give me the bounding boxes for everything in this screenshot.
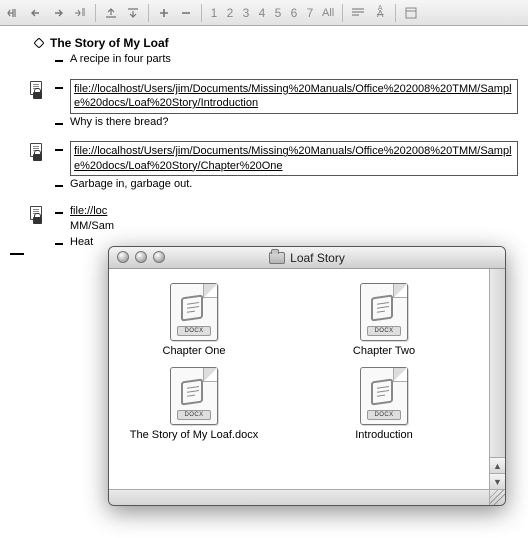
promote-button[interactable] <box>26 3 46 23</box>
separator <box>201 4 202 22</box>
finder-icon-grid: DOCX Chapter One DOCX Chapter Two DOCX T… <box>109 269 489 455</box>
locked-subdocument-icon <box>30 206 44 228</box>
docx-file-icon: DOCX <box>360 283 408 341</box>
horizontal-scrollbar[interactable] <box>109 489 489 505</box>
document-map-button[interactable] <box>401 3 421 23</box>
outline-body-text: Why is there bread? <box>70 115 518 130</box>
window-controls <box>117 251 165 263</box>
show-formatting-button[interactable]: AA <box>370 3 390 23</box>
outline-subdoc-row[interactable]: file://localhost/Users/jim/Documents/Mis… <box>6 141 518 176</box>
locked-subdocument-icon <box>30 81 44 103</box>
subdoc-link-truncated[interactable]: file://loc <box>70 205 107 217</box>
file-item[interactable]: DOCX Introduction <box>309 367 459 441</box>
finder-body[interactable]: DOCX Chapter One DOCX Chapter Two DOCX T… <box>109 269 489 489</box>
subdoc-link[interactable]: file://localhost/Users/jim/Documents/Mis… <box>74 83 512 109</box>
body-bullet-icon[interactable] <box>55 243 63 245</box>
show-level-5[interactable]: 5 <box>271 6 285 20</box>
outline-subtitle-text: A recipe in four parts <box>70 52 518 67</box>
file-item[interactable]: DOCX The Story of My Loaf.docx <box>119 367 269 441</box>
docx-file-icon: DOCX <box>170 367 218 425</box>
demote-button[interactable] <box>48 3 68 23</box>
finder-titlebar[interactable]: Loaf Story <box>109 247 505 269</box>
folder-icon <box>269 252 285 264</box>
file-item[interactable]: DOCX Chapter Two <box>309 283 459 357</box>
show-level-2[interactable]: 2 <box>223 6 237 20</box>
body-bullet-icon[interactable] <box>55 87 63 89</box>
subdoc-link-truncated-2: MM/Sam <box>70 220 114 232</box>
body-bullet-icon[interactable] <box>55 123 63 125</box>
outline-subdoc-row[interactable]: file://localhost/Users/jim/Documents/Mis… <box>6 79 518 114</box>
zoom-window-button[interactable] <box>153 251 165 263</box>
body-bullet-icon[interactable] <box>55 212 63 214</box>
outline-toolbar: 1 2 3 4 5 6 7 All AA <box>0 0 528 26</box>
outline-body-row[interactable]: Why is there bread? <box>6 115 518 130</box>
subdoc-link-box: file://localhost/Users/jim/Documents/Mis… <box>70 79 518 114</box>
show-level-1[interactable]: 1 <box>207 6 221 20</box>
outline-heading[interactable]: The Story of My Loaf <box>6 35 518 51</box>
show-level-3[interactable]: 3 <box>239 6 253 20</box>
file-label: Chapter Two <box>353 345 415 357</box>
outline-body-text: Garbage in, garbage out. <box>70 177 518 192</box>
body-bullet-icon[interactable] <box>55 60 63 62</box>
show-level-6[interactable]: 6 <box>287 6 301 20</box>
locked-subdocument-icon <box>30 143 44 165</box>
finder-window[interactable]: Loaf Story DOCX Chapter One DOCX Chapter… <box>108 246 506 506</box>
resize-handle[interactable] <box>489 489 505 505</box>
subdoc-link[interactable]: file://localhost/Users/jim/Documents/Mis… <box>74 145 512 171</box>
file-label: The Story of My Loaf.docx <box>130 429 258 441</box>
minimize-window-button[interactable] <box>135 251 147 263</box>
outline-title-text: The Story of My Loaf <box>50 35 518 51</box>
scroll-up-button[interactable]: ▲ <box>490 457 505 473</box>
demote-to-body-button[interactable] <box>70 3 90 23</box>
docx-file-icon: DOCX <box>360 367 408 425</box>
outline-handle-icon[interactable] <box>33 37 44 48</box>
subdoc-link-box: file://localhost/Users/jim/Documents/Mis… <box>70 141 518 176</box>
separator <box>95 4 96 22</box>
finder-title-text: Loaf Story <box>290 251 345 265</box>
end-of-doc-marker <box>10 253 24 255</box>
outline-pane: The Story of My Loaf A recipe in four pa… <box>0 26 528 259</box>
move-down-button[interactable] <box>123 3 143 23</box>
show-level-7[interactable]: 7 <box>303 6 317 20</box>
outline-body-row[interactable]: Garbage in, garbage out. <box>6 177 518 192</box>
move-up-button[interactable] <box>101 3 121 23</box>
show-first-line-button[interactable] <box>348 3 368 23</box>
vertical-scrollbar[interactable]: ▲ ▼ <box>489 269 505 489</box>
show-level-4[interactable]: 4 <box>255 6 269 20</box>
collapse-button[interactable] <box>176 3 196 23</box>
separator <box>148 4 149 22</box>
body-bullet-icon[interactable] <box>55 185 63 187</box>
close-window-button[interactable] <box>117 251 129 263</box>
show-all-levels[interactable]: All <box>319 7 337 19</box>
file-label: Introduction <box>355 429 412 441</box>
promote-to-heading1-button[interactable] <box>4 3 24 23</box>
outline-subheading[interactable]: A recipe in four parts <box>6 52 518 67</box>
separator <box>342 4 343 22</box>
scroll-down-button[interactable]: ▼ <box>490 473 505 489</box>
docx-file-icon: DOCX <box>170 283 218 341</box>
file-label: Chapter One <box>163 345 226 357</box>
outline-subdoc-row[interactable]: file://loc MM/Sam <box>6 204 518 234</box>
expand-button[interactable] <box>154 3 174 23</box>
file-item[interactable]: DOCX Chapter One <box>119 283 269 357</box>
separator <box>395 4 396 22</box>
finder-title: Loaf Story <box>109 251 505 265</box>
body-bullet-icon[interactable] <box>55 149 63 151</box>
